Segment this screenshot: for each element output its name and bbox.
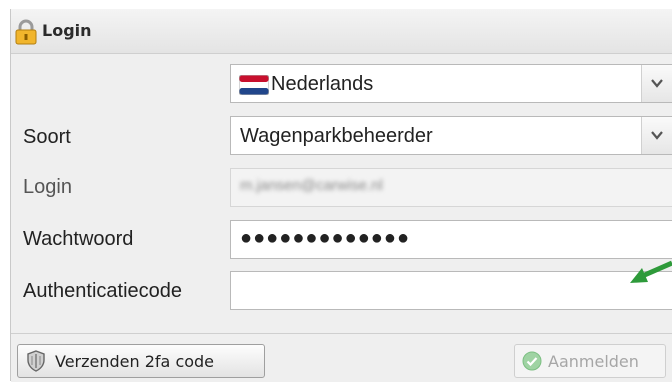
check-circle-icon	[522, 351, 542, 371]
login-value: m.jansen@carwise.nl	[240, 177, 383, 194]
soort-label: Soort	[23, 126, 71, 148]
dialog-title: Login	[42, 21, 92, 40]
authcode-field[interactable]	[230, 271, 672, 310]
language-select[interactable]: Nederlands	[230, 64, 672, 103]
soort-select[interactable]: Wagenparkbeheerder	[230, 116, 672, 155]
login-dialog: Login Nederlands Soort Wagenparkbeheerde…	[10, 9, 672, 382]
netherlands-flag-icon	[239, 75, 269, 95]
password-value: ●●●●●●●●●●●●●	[240, 227, 411, 249]
dialog-titlebar: Login	[11, 9, 672, 54]
shield-icon	[27, 350, 45, 372]
chevron-down-icon	[651, 131, 663, 140]
annotation-arrow-icon	[630, 260, 672, 283]
login-field[interactable]: m.jansen@carwise.nl	[230, 168, 672, 207]
login-button-label: Aanmelden	[548, 352, 639, 371]
soort-value: Wagenparkbeheerder	[240, 125, 433, 147]
language-dropdown-button[interactable]	[641, 65, 672, 102]
authcode-label: Authenticatiecode	[23, 280, 183, 302]
soort-dropdown-button[interactable]	[641, 117, 672, 154]
lock-icon	[15, 19, 37, 45]
language-value: Nederlands	[271, 73, 374, 95]
login-button[interactable]: Aanmelden	[514, 344, 666, 378]
send-2fa-label: Verzenden 2fa code	[55, 352, 215, 371]
password-field[interactable]: ●●●●●●●●●●●●●	[230, 220, 672, 259]
password-label: Wachtwoord	[23, 228, 134, 250]
chevron-down-icon	[651, 79, 663, 88]
dialog-footer: Verzenden 2fa code Aanmelden	[11, 333, 672, 382]
send-2fa-button[interactable]: Verzenden 2fa code	[17, 344, 265, 378]
login-label: Login	[23, 176, 72, 198]
